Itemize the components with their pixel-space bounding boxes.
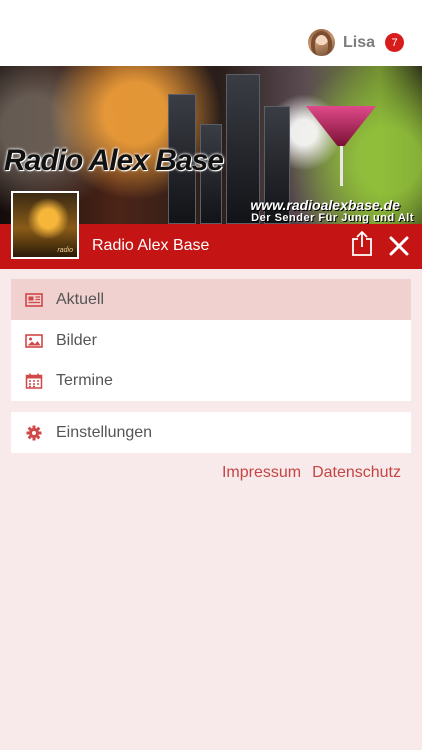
- menu-item-einstellungen[interactable]: Einstellungen: [11, 412, 411, 453]
- image-icon: [25, 333, 43, 348]
- cocktail-glass-stem: [340, 146, 343, 186]
- station-name: Radio Alex Base: [92, 237, 210, 254]
- settings-menu: Einstellungen: [11, 412, 411, 453]
- avatar[interactable]: [307, 29, 335, 56]
- menu-item-aktuell[interactable]: Aktuell: [11, 279, 411, 320]
- user-profile[interactable]: Lisa 7: [307, 29, 404, 56]
- notification-badge[interactable]: 7: [385, 33, 404, 52]
- cocktail-glass-graphic: [306, 106, 376, 146]
- thumbnail-caption: radio: [57, 247, 73, 254]
- share-button[interactable]: [351, 230, 373, 256]
- newspaper-icon: [25, 292, 43, 307]
- username[interactable]: Lisa: [343, 34, 375, 52]
- banner-slogan: Der Sender Für Jung und Alt: [251, 212, 414, 224]
- main-menu: Aktuell Bilder Termine: [11, 279, 411, 401]
- banner-url: www.radioalexbase.de: [250, 197, 400, 213]
- close-icon: [389, 236, 409, 256]
- menu-label: Aktuell: [56, 290, 105, 308]
- menu-label: Einstellungen: [56, 423, 153, 441]
- menu-item-termine[interactable]: Termine: [11, 360, 411, 401]
- menu-label: Bilder: [56, 331, 97, 349]
- impressum-link[interactable]: Impressum: [222, 464, 301, 482]
- menu-label: Termine: [56, 371, 113, 389]
- calendar-icon: [25, 373, 43, 389]
- close-button[interactable]: [388, 235, 410, 257]
- banner-title: Radio Alex Base: [4, 144, 224, 177]
- menu-item-bilder[interactable]: Bilder: [11, 320, 411, 361]
- station-logo-thumbnail: radio: [11, 191, 79, 259]
- share-icon: [352, 230, 372, 256]
- footer-links: Impressum Datenschutz: [222, 464, 401, 482]
- top-bar: Lisa 7: [0, 0, 422, 66]
- datenschutz-link[interactable]: Datenschutz: [312, 464, 401, 482]
- gear-icon: [26, 425, 42, 440]
